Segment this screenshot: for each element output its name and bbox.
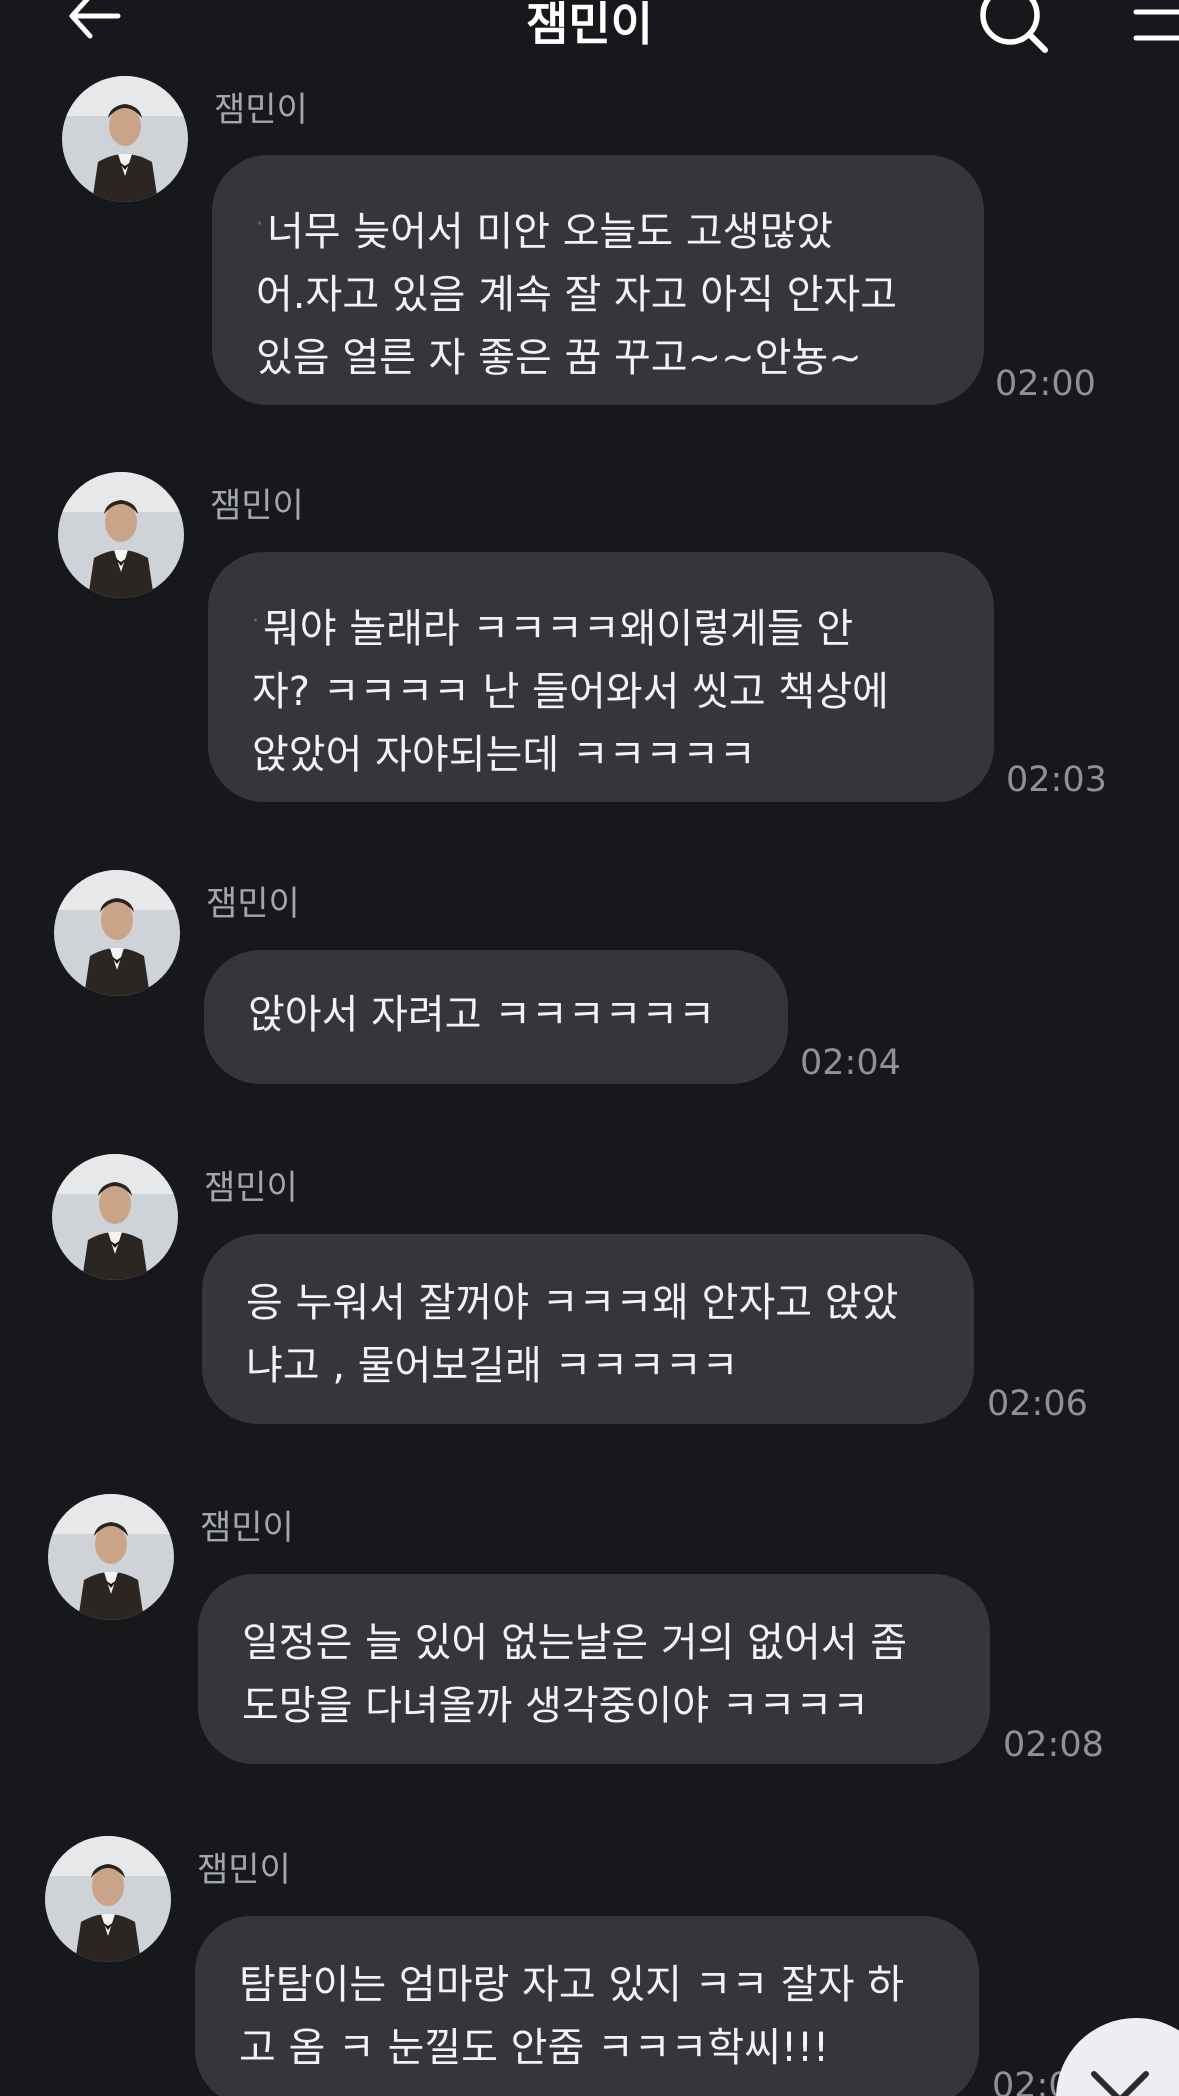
message-line: 있음 얼른 자 좋은 꿈 꾸고~~안뇽~	[256, 335, 862, 381]
sender-name: 잼민이	[210, 486, 304, 526]
message-line: 앉았어 자야되는데 ㅋㅋㅋㅋㅋ	[252, 732, 756, 778]
profile-photo	[62, 76, 188, 202]
sender-name: 잼민이	[204, 1168, 298, 1208]
profile-photo	[45, 1836, 171, 1962]
message-timestamp: 02:03	[1006, 760, 1107, 800]
chat-header: 잼민이	[0, 0, 1179, 70]
message-line: · 뭐야 놀래라 ㅋㅋㅋㅋ왜이렇게들 안	[252, 590, 950, 661]
sender-name: 잼민이	[214, 90, 308, 130]
avatar[interactable]	[58, 472, 184, 598]
avatar[interactable]	[48, 1494, 174, 1620]
avatar[interactable]	[52, 1154, 178, 1280]
redacted-mark: ·	[256, 212, 263, 237]
chat-screen: 잼민이 잼민이 · 너무 늦어서 미안 오늘도 고생많았 어.자고 있음 계속 …	[0, 0, 1179, 2096]
message-bubble[interactable]: 앉아서 자려고 ㅋㅋㅋㅋㅋㅋ	[204, 950, 788, 1084]
message-timestamp: 02:06	[987, 1384, 1088, 1424]
profile-photo	[52, 1154, 178, 1280]
message-timestamp: 02:00	[995, 364, 1096, 404]
avatar[interactable]	[54, 870, 180, 996]
profile-photo	[48, 1494, 174, 1620]
message-line: 냐고 , 물어보길래 ㅋㅋㅋㅋㅋ	[246, 1343, 739, 1389]
message-timestamp: 02:04	[800, 1043, 901, 1083]
message-text: 뭐야 놀래라 ㅋㅋㅋㅋ왜이렇게들 안	[263, 606, 854, 652]
message-line: 앉아서 자려고 ㅋㅋㅋㅋㅋㅋ	[248, 992, 716, 1038]
message-bubble[interactable]: · 뭐야 놀래라 ㅋㅋㅋㅋ왜이렇게들 안 자? ㅋㅋㅋㅋ 난 들어와서 씻고 책상…	[208, 552, 994, 802]
message-line: 탐탐이는 엄마랑 자고 있지 ㅋㅋ 잘자 하	[239, 1962, 905, 2008]
message-line: 도망을 다녀올까 생각중이야 ㅋㅋㅋㅋ	[242, 1683, 869, 1729]
message-bubble[interactable]: 일정은 늘 있어 없는날은 거의 없어서 좀 도망을 다녀올까 생각중이야 ㅋㅋ…	[198, 1574, 990, 1764]
message-line: 고 옴 ㅋ 눈낄도 안줌 ㅋㅋㅋ학씨!!!	[239, 2025, 830, 2071]
message-line: · 너무 늦어서 미안 오늘도 고생많았	[256, 193, 940, 264]
sender-name: 잼민이	[206, 884, 300, 924]
avatar[interactable]	[62, 76, 188, 202]
message-line: 어.자고 있음 계속 잘 자고 아직 안자고	[256, 272, 898, 318]
profile-photo	[58, 472, 184, 598]
redacted-mark: ·	[252, 609, 259, 634]
message-line: 일정은 늘 있어 없는날은 거의 없어서 좀	[242, 1620, 908, 1666]
message-line: 자? ㅋㅋㅋㅋ 난 들어와서 씻고 책상에	[252, 669, 889, 715]
search-button[interactable]	[975, 0, 1055, 60]
message-bubble[interactable]: · 너무 늦어서 미안 오늘도 고생많았 어.자고 있음 계속 잘 자고 아직 안…	[212, 155, 984, 405]
search-icon	[980, 0, 1048, 53]
chevron-down-icon	[1091, 2071, 1149, 2096]
hamburger-menu-icon	[1133, 9, 1179, 41]
menu-button[interactable]	[1130, 0, 1179, 50]
profile-photo	[54, 870, 180, 996]
message-bubble[interactable]: 탐탐이는 엄마랑 자고 있지 ㅋㅋ 잘자 하 고 옴 ㅋ 눈낄도 안줌 ㅋㅋㅋ학…	[195, 1916, 979, 2096]
scroll-to-bottom-button[interactable]	[1056, 2018, 1179, 2096]
message-timestamp: 02:08	[1003, 1725, 1104, 1765]
message-line: 응 누워서 잘꺼야 ㅋㅋㅋ왜 안자고 앉았	[246, 1280, 899, 1326]
avatar[interactable]	[45, 1836, 171, 1962]
sender-name: 잼민이	[197, 1850, 291, 1890]
sender-name: 잼민이	[200, 1508, 294, 1548]
message-bubble[interactable]: 응 누워서 잘꺼야 ㅋㅋㅋ왜 안자고 앉았 냐고 , 물어보길래 ㅋㅋㅋㅋㅋ	[202, 1234, 974, 1424]
message-text: 너무 늦어서 미안 오늘도 고생많았	[267, 209, 834, 255]
